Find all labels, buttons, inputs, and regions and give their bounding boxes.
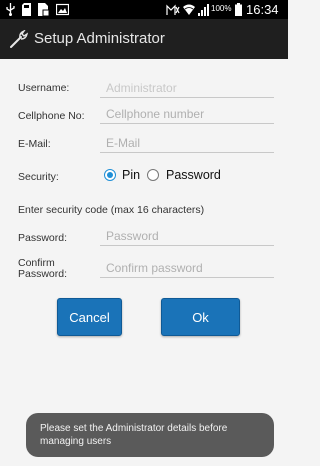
wrench-icon	[10, 29, 30, 48]
status-time: 16:34	[246, 2, 279, 17]
ok-button[interactable]: Ok	[161, 298, 240, 336]
security-label: Security:	[18, 171, 59, 183]
pin-radio-label[interactable]: Pin	[122, 168, 140, 182]
wifi-icon	[183, 3, 195, 16]
cellphone-field[interactable]	[100, 104, 274, 124]
email-label: E-Mail:	[18, 138, 51, 150]
cellphone-label: Cellphone No:	[18, 110, 85, 122]
action-bar: Setup Administrator	[0, 19, 288, 59]
cancel-button[interactable]: Cancel	[57, 298, 122, 336]
signal-muted-icon	[166, 3, 180, 16]
confirm-label-line2: Password:	[18, 268, 68, 280]
battery-icon	[235, 3, 242, 16]
password-radio-label[interactable]: Password	[166, 168, 221, 182]
confirm-password-label: Confirm Password:	[18, 258, 67, 280]
password-label: Password:	[18, 232, 68, 244]
image-icon	[55, 3, 70, 16]
password-field[interactable]	[100, 226, 274, 246]
battery-percent: 100%	[211, 4, 232, 13]
confirm-password-field[interactable]	[100, 258, 274, 278]
file-icon	[38, 3, 50, 17]
security-code-hint: Enter security code (max 16 characters)	[18, 204, 205, 216]
username-field[interactable]	[100, 78, 274, 98]
page-title: Setup Administrator	[34, 30, 165, 47]
cell-signal-icon	[198, 3, 209, 16]
toast-line1: Please set the Administrator details bef…	[40, 423, 228, 434]
pin-radio[interactable]	[104, 169, 116, 181]
username-label: Username:	[18, 82, 70, 94]
email-field[interactable]	[100, 133, 274, 153]
toast-line2: managing users	[40, 436, 112, 447]
sd-card-icon	[22, 3, 31, 16]
usb-icon	[6, 3, 15, 16]
toast-message: Please set the Administrator details bef…	[26, 413, 274, 457]
status-bar: 100% 16:34	[0, 0, 288, 19]
password-radio[interactable]	[147, 169, 159, 181]
